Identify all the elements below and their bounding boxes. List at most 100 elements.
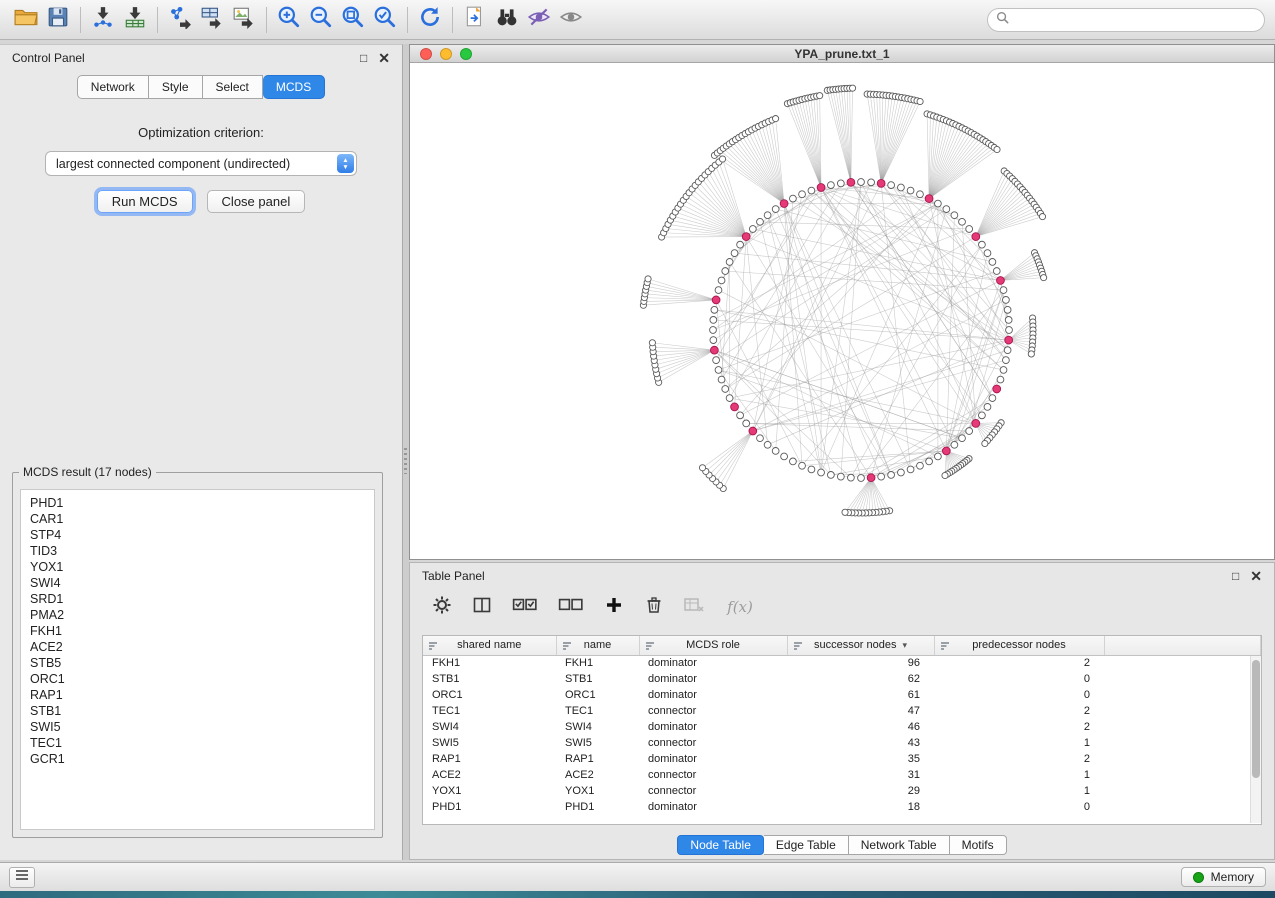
network-node[interactable] [959, 218, 966, 225]
mcds-result-item[interactable]: SWI4 [30, 575, 374, 591]
network-node[interactable] [868, 179, 875, 186]
network-node[interactable] [817, 93, 823, 99]
network-node[interactable] [997, 376, 1004, 383]
zoom-out-button[interactable] [305, 4, 337, 36]
float-table-panel-icon[interactable]: □ [1232, 570, 1239, 582]
network-node[interactable] [951, 441, 958, 448]
dominator-node[interactable] [993, 385, 1001, 393]
network-node[interactable] [1041, 275, 1047, 281]
network-node[interactable] [722, 268, 729, 275]
close-panel-button[interactable]: Close panel [207, 190, 306, 213]
table-row[interactable]: ACE2ACE2connector311 [423, 767, 1261, 783]
zoom-fit-button[interactable] [337, 4, 369, 36]
network-node[interactable] [737, 412, 744, 419]
mcds-result-item[interactable]: STB5 [30, 655, 374, 671]
network-node[interactable] [837, 180, 844, 187]
save-session-button[interactable] [42, 4, 74, 36]
network-node[interactable] [781, 453, 788, 460]
mcds-result-item[interactable]: ORC1 [30, 671, 374, 687]
dominator-node[interactable] [710, 346, 718, 354]
column-header-successor-nodes[interactable]: successor nodes▾ [787, 636, 934, 655]
network-node[interactable] [827, 182, 834, 189]
table-scrollbar[interactable] [1250, 656, 1261, 823]
network-node[interactable] [858, 179, 865, 186]
mcds-result-item[interactable]: RAP1 [30, 687, 374, 703]
network-node[interactable] [942, 472, 948, 478]
export-network-button[interactable] [164, 4, 196, 36]
network-node[interactable] [757, 435, 764, 442]
network-node[interactable] [645, 276, 651, 282]
mcds-result-item[interactable]: SWI5 [30, 719, 374, 735]
network-node[interactable] [719, 156, 725, 162]
network-node[interactable] [772, 448, 779, 455]
network-node[interactable] [1005, 317, 1012, 324]
network-node[interactable] [878, 473, 885, 480]
network-node[interactable] [1006, 327, 1013, 334]
mcds-result-item[interactable]: PMA2 [30, 607, 374, 623]
run-mcds-button[interactable]: Run MCDS [97, 190, 193, 213]
network-node[interactable] [699, 465, 705, 471]
network-node[interactable] [799, 462, 806, 469]
network-node[interactable] [984, 250, 991, 257]
hide-button[interactable] [523, 4, 555, 36]
close-window-icon[interactable] [420, 48, 432, 60]
network-node[interactable] [749, 226, 756, 233]
network-node[interactable] [837, 473, 844, 480]
show-button[interactable] [555, 4, 587, 36]
network-node[interactable] [1004, 347, 1011, 354]
network-node[interactable] [858, 475, 865, 482]
network-node[interactable] [772, 116, 778, 122]
table-row[interactable]: RAP1RAP1dominator352 [423, 751, 1261, 767]
mcds-result-item[interactable]: FKH1 [30, 623, 374, 639]
dominator-node[interactable] [972, 233, 980, 241]
export-table-button[interactable] [196, 4, 228, 36]
network-node[interactable] [722, 386, 729, 393]
network-node[interactable] [790, 195, 797, 202]
float-panel-icon[interactable]: □ [360, 52, 367, 64]
column-header-shared-name[interactable]: shared name [423, 636, 556, 655]
network-node[interactable] [710, 327, 717, 334]
network-node[interactable] [731, 250, 738, 257]
network-node[interactable] [799, 191, 806, 198]
select-all-button[interactable] [510, 595, 540, 619]
network-node[interactable] [888, 472, 895, 479]
dominator-node[interactable] [742, 233, 750, 241]
tab-mcds[interactable]: MCDS [263, 75, 325, 99]
network-node[interactable] [827, 472, 834, 479]
delete-column-button[interactable] [642, 595, 666, 619]
search-network-button[interactable] [491, 4, 523, 36]
open-session-button[interactable] [10, 4, 42, 36]
tab-network[interactable]: Network [77, 75, 149, 99]
network-node[interactable] [737, 241, 744, 248]
network-node[interactable] [993, 268, 1000, 275]
network-node[interactable] [989, 259, 996, 266]
table-row[interactable]: SWI5SWI5connector431 [423, 735, 1261, 751]
tab-node-table[interactable]: Node Table [677, 835, 764, 855]
maximize-window-icon[interactable] [460, 48, 472, 60]
dominator-node[interactable] [749, 427, 757, 435]
dominator-node[interactable] [877, 179, 885, 187]
network-node[interactable] [917, 191, 924, 198]
share-document-button[interactable] [459, 4, 491, 36]
search-input[interactable] [1014, 13, 1264, 27]
network-node[interactable] [951, 212, 958, 219]
zoom-selected-button[interactable] [369, 4, 401, 36]
network-node[interactable] [726, 395, 733, 402]
dominator-node[interactable] [972, 420, 980, 428]
apply-layout-button[interactable] [414, 4, 446, 36]
network-node[interactable] [848, 474, 855, 481]
network-node[interactable] [818, 469, 825, 476]
column-header-mcds-role[interactable]: MCDS role [639, 636, 787, 655]
network-node[interactable] [917, 98, 923, 104]
table-row[interactable]: STB1STB1dominator620 [423, 671, 1261, 687]
mcds-result-item[interactable]: YOX1 [30, 559, 374, 575]
dominator-node[interactable] [997, 277, 1005, 285]
network-node[interactable] [764, 441, 771, 448]
column-header-predecessor-nodes[interactable]: predecessor nodes [934, 636, 1104, 655]
network-node[interactable] [1000, 287, 1007, 294]
network-node[interactable] [718, 277, 725, 284]
table-row[interactable]: TEC1TEC1connector472 [423, 703, 1261, 719]
mcds-result-item[interactable]: GCR1 [30, 751, 374, 767]
network-node[interactable] [888, 182, 895, 189]
network-node[interactable] [989, 395, 996, 402]
